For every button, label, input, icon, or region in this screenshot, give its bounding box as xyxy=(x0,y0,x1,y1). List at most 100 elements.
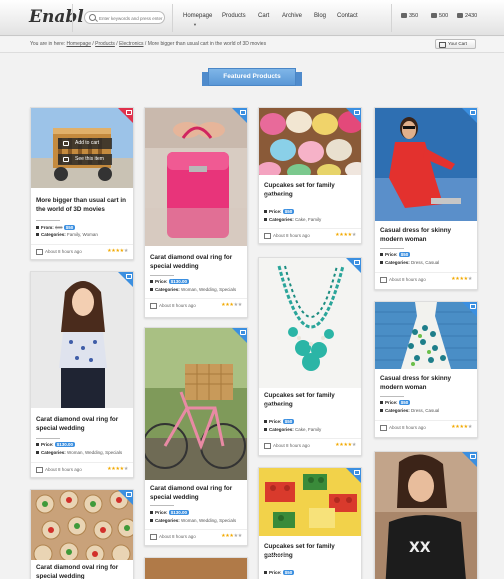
product-title[interactable]: Cupcakes set for family gathering xyxy=(264,391,358,409)
price-row: Price: $50 xyxy=(264,570,295,575)
cart-icon xyxy=(470,454,476,459)
corner-badge[interactable] xyxy=(462,108,477,123)
search-input[interactable] xyxy=(99,13,163,23)
timestamp: About 8 hours ago xyxy=(150,303,196,309)
corner-badge[interactable] xyxy=(346,108,361,123)
nav-homepage[interactable]: Homepage xyxy=(183,13,212,19)
nav-cart[interactable]: Cart xyxy=(258,13,269,19)
old-price: $80 xyxy=(55,225,63,230)
twitter-icon xyxy=(431,13,437,19)
corner-badge[interactable] xyxy=(232,108,247,123)
add-to-cart-button[interactable]: Add to cart xyxy=(58,138,112,149)
price-badge: $50 xyxy=(398,400,411,405)
breadcrumb-prefix: You are in here: xyxy=(30,41,66,47)
product-title[interactable]: Casual dress for skinny modern woman xyxy=(380,226,474,244)
logo[interactable]: Enabl xyxy=(29,7,84,27)
rating-stars: ★★★★★ xyxy=(107,248,128,254)
product-image[interactable] xyxy=(375,108,477,221)
nav-contact[interactable]: Contact xyxy=(337,13,358,19)
corner-badge[interactable] xyxy=(346,468,361,483)
categories-row: Categories: Cake, Family xyxy=(264,217,321,222)
categories-row: Categories: Woman, Wedding, Specials xyxy=(150,518,236,523)
categories-value: Dress, Casual xyxy=(411,260,440,265)
corner-badge[interactable] xyxy=(346,258,361,273)
product-card[interactable]: Carat diamond oval ring for special wedd… xyxy=(30,271,134,478)
categories-value: Woman, Wedding, Specials xyxy=(181,518,237,523)
divider xyxy=(145,298,247,299)
product-title[interactable]: More bigger than usual cart in the world… xyxy=(36,196,130,214)
product-image[interactable] xyxy=(145,108,247,246)
product-card[interactable]: Cupcakes set for family gathering Price:… xyxy=(258,257,362,456)
categories-row: Categories: Dress, Casual xyxy=(380,408,439,413)
product-title[interactable]: Cupcakes set for family gathering xyxy=(264,181,358,199)
stat-rss[interactable]: 350 xyxy=(401,13,418,19)
nav-blog[interactable]: Blog xyxy=(314,13,326,19)
product-card[interactable]: XX xyxy=(374,451,478,579)
product-card[interactable]: Casual dress for skinny modern woman Pri… xyxy=(374,301,478,438)
categories-value: Dress, Casual xyxy=(411,408,440,413)
product-card[interactable]: Carat diamond oval ring for special wedd… xyxy=(30,489,134,579)
categories-row: Categories: Woman, Wedding, Specials xyxy=(150,287,236,292)
product-title[interactable]: Carat diamond oval ring for special wedd… xyxy=(150,253,244,271)
product-title[interactable]: Casual dress for skinny modern woman xyxy=(380,374,474,392)
product-card[interactable]: Cupcakes set for family gathering Price:… xyxy=(258,467,362,579)
corner-badge[interactable] xyxy=(118,490,133,505)
cart-icon xyxy=(354,110,360,115)
timestamp: About 8 hours ago xyxy=(36,467,82,473)
product-card[interactable]: Add to cart See this item More bigger th… xyxy=(30,107,134,260)
product-card[interactable] xyxy=(144,557,248,579)
product-card[interactable]: Casual dress for skinny modern woman Pri… xyxy=(374,107,478,290)
nav-products[interactable]: Products xyxy=(222,13,246,19)
see-item-button[interactable]: See this item xyxy=(58,154,112,165)
cart-icon xyxy=(240,110,246,115)
breadcrumb-products[interactable]: Products xyxy=(95,41,115,47)
divider xyxy=(264,195,288,196)
product-card[interactable]: Cupcakes set for family gathering Price:… xyxy=(258,107,362,244)
corner-badge[interactable] xyxy=(118,108,133,123)
product-title[interactable]: Cupcakes set for family gathering xyxy=(264,542,358,560)
divider xyxy=(31,462,133,463)
product-image[interactable] xyxy=(145,328,247,480)
stat-facebook[interactable]: 2430 xyxy=(457,13,477,19)
divider xyxy=(259,438,361,439)
categories-row: Categories: Family, Woman xyxy=(36,232,98,237)
price-row: Price: $50 xyxy=(264,209,295,214)
eye-icon xyxy=(63,157,69,162)
product-image[interactable] xyxy=(145,558,247,579)
product-title[interactable]: Carat diamond oval ring for special wedd… xyxy=(36,415,130,433)
corner-badge[interactable] xyxy=(232,328,247,343)
corner-badge[interactable] xyxy=(462,302,477,317)
timestamp: About 8 hours ago xyxy=(264,233,310,239)
divider xyxy=(375,420,477,421)
product-card[interactable]: Carat diamond oval ring for special wedd… xyxy=(144,107,248,318)
price-row: Price: $130.00 xyxy=(36,442,76,447)
product-title[interactable]: Carat diamond oval ring for special wedd… xyxy=(150,484,244,502)
chevron-down-icon: ▼ xyxy=(193,22,197,27)
divider xyxy=(264,555,288,556)
search-icon xyxy=(89,14,96,21)
product-image[interactable] xyxy=(259,258,361,388)
search-box[interactable] xyxy=(84,11,165,24)
price-row: Price: $50 xyxy=(380,400,411,405)
product-title[interactable]: Carat diamond oval ring for special wedd… xyxy=(36,563,130,579)
cart-icon xyxy=(126,110,132,115)
corner-badge[interactable] xyxy=(118,272,133,287)
facebook-icon xyxy=(457,13,463,19)
price-badge: $130.00 xyxy=(54,442,76,447)
rating-stars: ★★★★★ xyxy=(451,424,472,430)
nav-archive[interactable]: Archive xyxy=(282,13,302,19)
your-cart-button[interactable]: Your Cart xyxy=(435,39,476,49)
product-card[interactable]: Carat diamond oval ring for special wedd… xyxy=(144,327,248,546)
cart-icon xyxy=(240,330,246,335)
breadcrumb-electronics[interactable]: Electronics xyxy=(119,41,143,47)
breadcrumb-homepage[interactable]: Homepage xyxy=(67,41,91,47)
product-image[interactable] xyxy=(31,272,133,408)
corner-badge[interactable] xyxy=(462,452,477,467)
rating-stars: ★★★★★ xyxy=(221,302,242,308)
divider xyxy=(264,405,288,406)
categories-value: Woman, Wedding, Specials xyxy=(181,287,237,292)
categories-row: Categories: Dress, Casual xyxy=(380,260,439,265)
stat-twitter[interactable]: 500 xyxy=(431,13,448,19)
product-image[interactable]: XX xyxy=(375,452,477,579)
breadcrumb: You are in here: Homepage / Products / E… xyxy=(0,37,504,53)
